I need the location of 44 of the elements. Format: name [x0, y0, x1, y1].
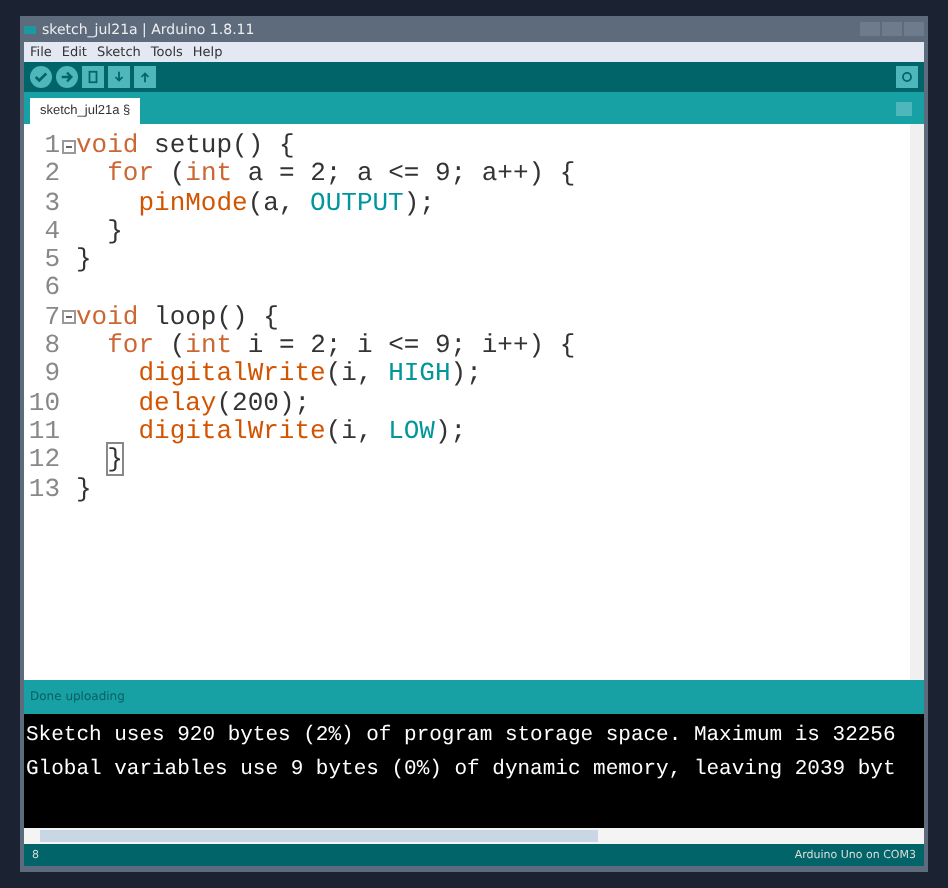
code-line: pinMode(a, OUTPUT);: [136, 189, 435, 218]
line-number: 3: [42, 189, 60, 218]
fold-icon[interactable]: [61, 139, 75, 154]
open-button[interactable]: [108, 66, 130, 88]
save-button[interactable]: [134, 66, 156, 88]
horizontal-scrollbar[interactable]: [24, 828, 924, 844]
line-number: 4: [42, 217, 60, 247]
new-button[interactable]: [82, 66, 104, 88]
code-line: void loop() {: [76, 303, 279, 333]
line-number: 13: [26, 475, 60, 504]
code-line: digitalWrite(i, LOW);: [136, 417, 467, 447]
code-line: }: [76, 475, 92, 504]
code-line: void setup() {: [76, 132, 295, 161]
console-output: Sketch uses 920 bytes (2%) of program storage space. Maximum is 32256 Global variables use 9 bytes (0%) of dynamic memory, leaving 2039 byt: [24, 714, 924, 828]
line-number: 12: [26, 446, 60, 476]
code-line: digitalWrite(i, HIGH);: [136, 360, 482, 390]
verify-button[interactable]: [30, 66, 52, 88]
code-line: }: [105, 446, 123, 476]
arrow-right-icon: [60, 70, 74, 84]
search-button[interactable]: [896, 66, 918, 88]
line-number: 10: [26, 389, 60, 418]
magnifier-icon: [900, 70, 914, 84]
fold-icon[interactable]: [61, 310, 75, 325]
code-line: for (int a = 2; a <= 9; a++) {: [105, 160, 576, 190]
code-line: }: [105, 217, 123, 247]
app-icon: [24, 25, 36, 33]
line-number: 2: [42, 160, 60, 190]
line-number: 5: [42, 246, 60, 275]
upload-button[interactable]: [56, 66, 78, 88]
line-number: 7: [42, 303, 60, 333]
line-number: 11: [26, 417, 60, 447]
line-number: 1: [42, 132, 60, 161]
code-line: }: [76, 246, 92, 275]
code-editor[interactable]: [24, 124, 924, 680]
line-number: 9: [42, 360, 60, 390]
vertical-scrollbar[interactable]: [910, 124, 924, 680]
arrow-up-icon: [112, 70, 126, 84]
code-line: delay(200);: [136, 389, 311, 418]
check-icon: [34, 70, 48, 84]
arrow-down-icon: [138, 70, 152, 84]
page-icon: [86, 70, 100, 84]
line-number: 6: [42, 274, 60, 304]
line-number: 8: [42, 332, 60, 361]
code-line: for (int i = 2; i <= 9; i++) {: [105, 332, 576, 361]
